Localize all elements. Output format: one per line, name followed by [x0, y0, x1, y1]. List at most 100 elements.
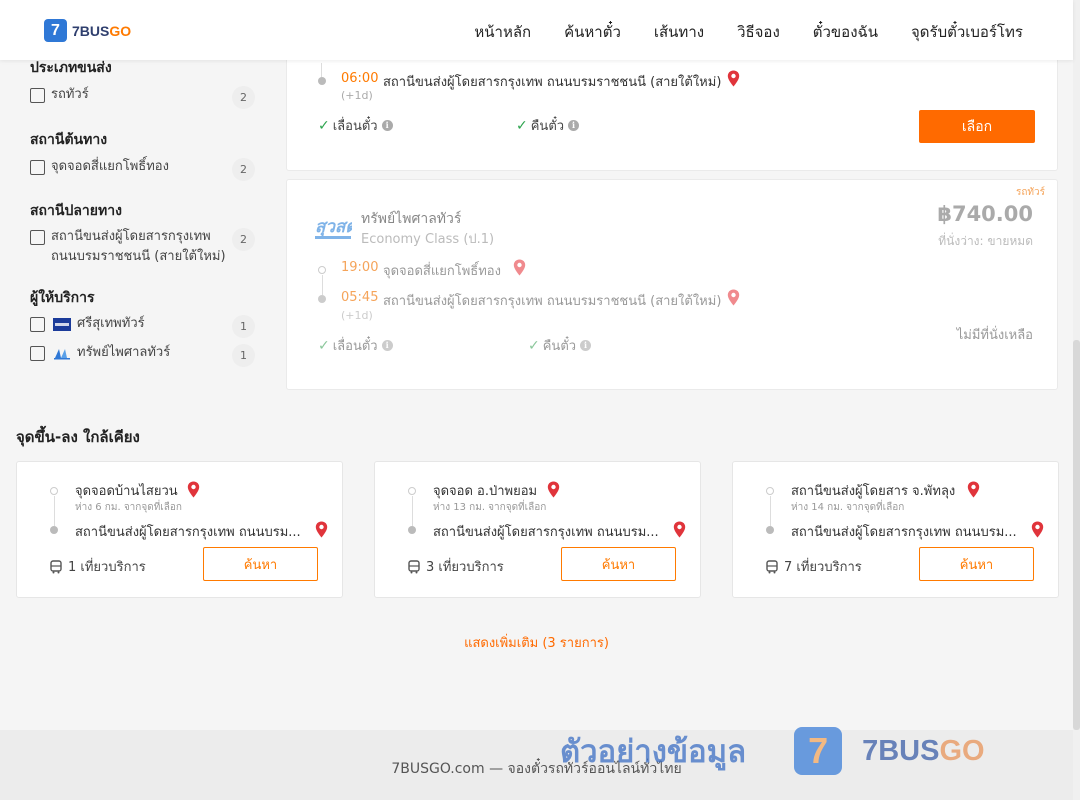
nearby-search-button[interactable]: ค้นหา	[919, 547, 1034, 581]
info-icon[interactable]: i	[580, 340, 592, 351]
arrival-time: 06:00	[341, 71, 379, 86]
map-pin-icon[interactable]	[1031, 521, 1044, 538]
nav-home[interactable]: หน้าหลัก	[474, 20, 531, 44]
info-icon[interactable]: i	[381, 340, 393, 351]
nearby-destination: สถานีขนส่งผู้โดยสารกรุงเทพ ถนนบรม...	[75, 525, 301, 540]
nav-how-to-book[interactable]: วิธีจอง	[737, 20, 780, 44]
bus-class: Economy Class (ป.1)	[361, 232, 495, 247]
svg-text:สุวสต: สุวสต	[315, 217, 352, 237]
footer-text: 7BUSGO.com — จองตั๋วรถทัวร์ออนไลน์ทั่วไท…	[391, 761, 682, 777]
map-pin-icon[interactable]	[547, 481, 560, 498]
map-pin-icon[interactable]	[513, 259, 526, 276]
filter-option-label: ทรัพย์ไพศาลทัวร์	[77, 345, 171, 360]
filter-option-operator-subpaisal[interactable]: ทรัพย์ไพศาลทัวร์ 1	[30, 344, 255, 367]
logo-mark: 7	[44, 19, 67, 42]
check-icon: ✓	[516, 117, 528, 134]
filter-option-destination-stop[interactable]: สถานีขนส่งผู้โดยสารกรุงเทพ ถนนบรมราชชนนี …	[30, 228, 255, 267]
day-offset: (+1d)	[341, 89, 373, 102]
day-offset: (+1d)	[341, 309, 373, 322]
footer: 7BUSGO.com — จองตั๋วรถทัวร์ออนไลน์ทั่วไท…	[0, 730, 1073, 800]
filter-count-badge: 1	[232, 315, 255, 338]
top-navbar: 7 7BUSGO หน้าหลัก ค้นหาตั๋ว เส้นทาง วิธี…	[0, 0, 1073, 60]
timeline-dot	[50, 487, 58, 495]
nearby-search-button[interactable]: ค้นหา	[203, 547, 318, 581]
filter-title-origin: สถานีต้นทาง	[30, 132, 108, 148]
timeline-dot	[318, 295, 326, 303]
nearby-origin: จุดจอด อ.ป่าพยอม	[433, 484, 538, 499]
info-icon[interactable]: i	[568, 120, 580, 131]
show-more-link[interactable]: แสดงเพิ่มเติม (3 รายการ)	[0, 632, 1073, 653]
map-pin-icon[interactable]	[727, 289, 740, 306]
timeline-line	[770, 496, 771, 526]
checkbox[interactable]	[30, 346, 45, 361]
filter-option-label: สถานีขนส่งผู้โดยสารกรุงเทพ ถนนบรมราชชนนี …	[51, 229, 226, 264]
main-nav: หน้าหลัก ค้นหาตั๋ว เส้นทาง วิธีจอง ตั๋วข…	[474, 20, 1023, 44]
trip-result-card-soldout: รถทัวร์ สุวสต ทรัพย์ไพศาลทัวร์ Economy C…	[286, 179, 1058, 390]
timeline-dot	[50, 526, 58, 534]
bus-icon	[766, 559, 778, 573]
bus-icon	[408, 559, 420, 573]
operator-logo-icon	[53, 318, 71, 331]
nearby-origin: จุดจอดบ้านไสยวน	[75, 484, 178, 499]
filter-count-badge: 2	[232, 158, 255, 181]
filter-option-tour-bus[interactable]: รถทัวร์ 2	[30, 86, 255, 109]
filter-option-operator-srisuthep[interactable]: ศรีสุเทพทัวร์ 1	[30, 315, 255, 338]
departure-time: 19:00	[341, 260, 379, 275]
nearby-distance: ห่าง 14 กม. จากจุดที่เลือก	[791, 502, 905, 513]
map-pin-icon[interactable]	[673, 521, 686, 538]
filter-count-badge: 2	[232, 86, 255, 109]
filter-count-badge: 2	[232, 228, 255, 251]
timeline-line	[412, 496, 413, 526]
scrollbar-thumb[interactable]	[1073, 340, 1080, 730]
operator-logo-icon: สุวสต	[315, 217, 357, 239]
arrival-stop: สถานีขนส่งผู้โดยสารกรุงเทพ ถนนบรมราชชนนี…	[383, 75, 722, 90]
transport-type-tag: รถทัวร์	[1015, 187, 1045, 198]
nav-ticket-pickup-points[interactable]: จุดรับตั๋วเบอร์โทร	[911, 20, 1023, 44]
reschedule-feature: ✓ เลื่อนตั๋ว i	[318, 335, 393, 356]
arrival-time: 05:45	[341, 290, 379, 305]
nearby-card: สถานีขนส่งผู้โดยสาร จ.พัทลุง ห่าง 14 กม.…	[732, 461, 1059, 598]
operator-name: ทรัพย์ไพศาลทัวร์	[361, 211, 462, 227]
logo-wordmark: 7BUSGO	[72, 22, 132, 39]
map-pin-icon[interactable]	[187, 481, 200, 498]
timeline-line	[54, 496, 55, 526]
filter-title-operator: ผู้ให้บริการ	[30, 290, 95, 306]
timeline-dot	[408, 526, 416, 534]
nav-my-tickets[interactable]: ตั๋วของฉัน	[813, 20, 878, 44]
nav-routes[interactable]: เส้นทาง	[654, 20, 704, 44]
refund-feature: ✓ คืนตั๋ว i	[528, 335, 592, 356]
select-trip-button[interactable]: เลือก	[919, 110, 1035, 143]
operator-logo-icon	[54, 349, 70, 360]
map-pin-icon[interactable]	[315, 521, 328, 538]
info-icon[interactable]: i	[381, 120, 393, 131]
nearby-distance: ห่าง 6 กม. จากจุดที่เลือก	[75, 502, 182, 513]
checkbox[interactable]	[30, 230, 45, 245]
checkbox[interactable]	[30, 317, 45, 332]
timeline-line	[322, 275, 323, 295]
filter-title-destination: สถานีปลายทาง	[30, 203, 122, 219]
seat-availability: ที่นั่งว่าง: ขายหมด	[938, 234, 1033, 248]
nearby-destination: สถานีขนส่งผู้โดยสารกรุงเทพ ถนนบรม...	[433, 525, 659, 540]
bus-icon	[50, 559, 62, 573]
filter-count-badge: 1	[232, 344, 255, 367]
nearby-trips: 1 เที่ยวบริการ	[49, 556, 146, 577]
checkbox[interactable]	[30, 160, 45, 175]
nearby-destination: สถานีขนส่งผู้โดยสารกรุงเทพ ถนนบรม...	[791, 525, 1017, 540]
nearby-section-title: จุดขึ้น-ลง ใกล้เคียง	[16, 428, 140, 446]
checkbox[interactable]	[30, 88, 45, 103]
check-icon: ✓	[528, 337, 540, 354]
filter-option-label: จุดจอดสี่แยกโพธิ์ทอง	[51, 159, 169, 174]
nearby-card: จุดจอดบ้านไสยวน ห่าง 6 กม. จากจุดที่เลือ…	[16, 461, 343, 598]
nearby-search-button[interactable]: ค้นหา	[561, 547, 676, 581]
filter-option-origin-stop[interactable]: จุดจอดสี่แยกโพธิ์ทอง 2	[30, 158, 255, 181]
timeline-dot	[318, 77, 326, 85]
departure-stop: จุดจอดสี่แยกโพธิ์ทอง	[383, 264, 501, 279]
site-logo[interactable]: 7 7BUSGO	[44, 19, 131, 42]
map-pin-icon[interactable]	[967, 481, 980, 498]
refund-feature: ✓ คืนตั๋ว i	[516, 115, 580, 136]
timeline-dot	[766, 487, 774, 495]
nav-search-tickets[interactable]: ค้นหาตั๋ว	[564, 20, 621, 44]
timeline-dot	[408, 487, 416, 495]
nearby-card: จุดจอด อ.ป่าพยอม ห่าง 13 กม. จากจุดที่เล…	[374, 461, 701, 598]
map-pin-icon[interactable]	[727, 70, 740, 87]
